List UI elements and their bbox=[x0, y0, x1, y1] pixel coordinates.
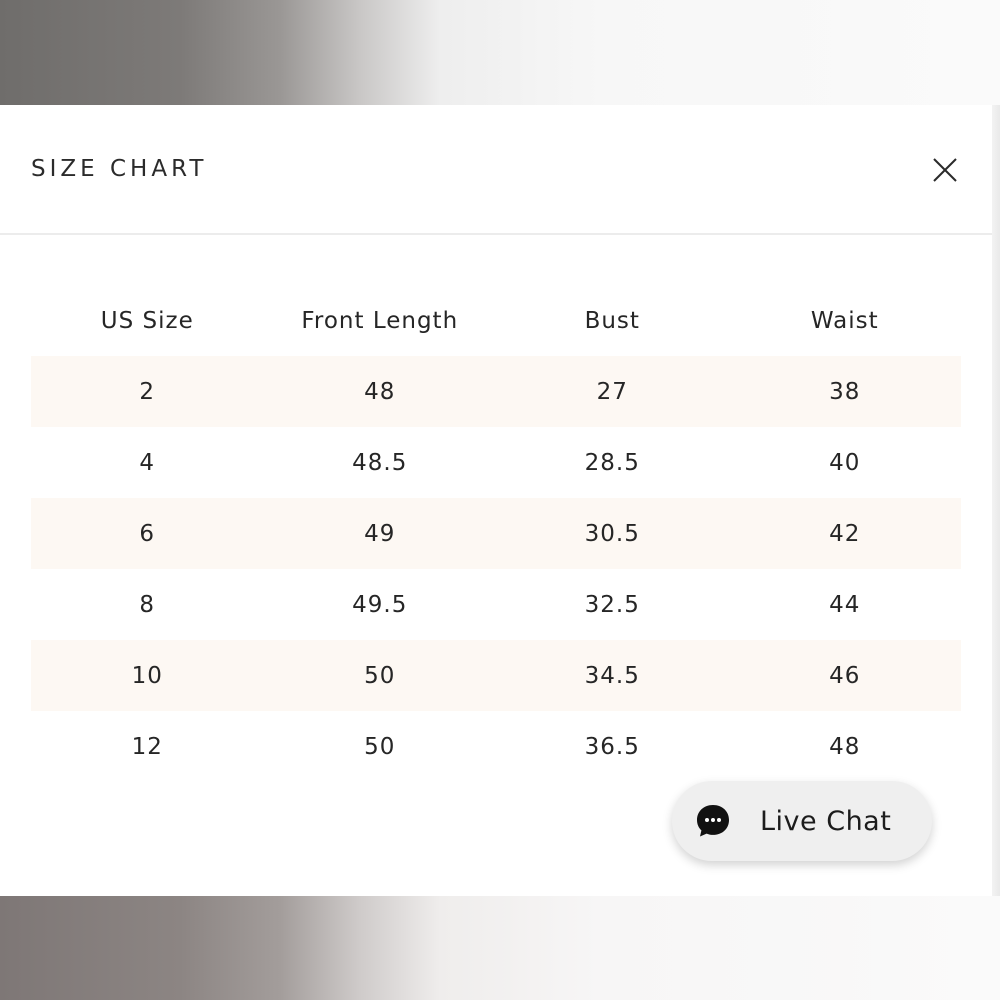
size-chart-table: US Size Front Length Bust Waist 2 48 27 … bbox=[31, 285, 961, 782]
table-row: 2 48 27 38 bbox=[31, 356, 961, 427]
column-header-us-size: US Size bbox=[100, 307, 194, 334]
blurred-backdrop-bottom bbox=[0, 896, 1000, 1000]
cell-us-size: 8 bbox=[139, 591, 156, 618]
live-chat-button[interactable]: Live Chat bbox=[672, 781, 932, 861]
column-header-front-length: Front Length bbox=[301, 307, 459, 334]
table-row: 10 50 34.5 46 bbox=[31, 640, 961, 711]
cell-waist: 46 bbox=[728, 640, 961, 711]
cell-front-length: 49 bbox=[263, 498, 496, 569]
cell-front-length: 49.5 bbox=[352, 591, 408, 618]
close-button[interactable] bbox=[924, 149, 966, 191]
cell-bust: 27 bbox=[496, 356, 729, 427]
cell-front-length: 48.5 bbox=[352, 449, 408, 476]
chat-bubble-icon bbox=[696, 804, 730, 838]
cell-waist: 48 bbox=[829, 733, 861, 760]
column-header-bust: Bust bbox=[584, 307, 640, 334]
close-icon bbox=[933, 158, 957, 182]
cell-front-length: 48 bbox=[263, 356, 496, 427]
modal-edge-shadow bbox=[992, 105, 1000, 896]
table-header-row: US Size Front Length Bust Waist bbox=[31, 285, 961, 356]
table-row: 4 48.5 28.5 40 bbox=[31, 427, 961, 498]
table-row: 12 50 36.5 48 bbox=[31, 711, 961, 782]
column-header-waist: Waist bbox=[810, 307, 879, 334]
cell-us-size: 6 bbox=[31, 498, 264, 569]
cell-bust: 28.5 bbox=[584, 449, 640, 476]
cell-us-size: 12 bbox=[131, 733, 163, 760]
cell-bust: 30.5 bbox=[496, 498, 729, 569]
cell-bust: 32.5 bbox=[584, 591, 640, 618]
page: SIZE CHART US Size Front Length Bust Wai… bbox=[0, 0, 1000, 1000]
cell-waist: 38 bbox=[728, 356, 961, 427]
blurred-backdrop-top bbox=[0, 0, 1000, 105]
cell-us-size: 10 bbox=[31, 640, 264, 711]
size-chart-modal: SIZE CHART US Size Front Length Bust Wai… bbox=[0, 105, 992, 896]
cell-us-size: 2 bbox=[31, 356, 264, 427]
cell-front-length: 50 bbox=[364, 733, 396, 760]
cell-bust: 34.5 bbox=[496, 640, 729, 711]
cell-front-length: 50 bbox=[263, 640, 496, 711]
cell-bust: 36.5 bbox=[584, 733, 640, 760]
table-row: 8 49.5 32.5 44 bbox=[31, 569, 961, 640]
cell-waist: 44 bbox=[829, 591, 861, 618]
cell-us-size: 4 bbox=[139, 449, 156, 476]
modal-header: SIZE CHART bbox=[0, 105, 992, 235]
live-chat-label: Live Chat bbox=[760, 806, 892, 837]
cell-waist: 42 bbox=[728, 498, 961, 569]
table-row: 6 49 30.5 42 bbox=[31, 498, 961, 569]
cell-waist: 40 bbox=[829, 449, 861, 476]
modal-title: SIZE CHART bbox=[31, 156, 208, 182]
